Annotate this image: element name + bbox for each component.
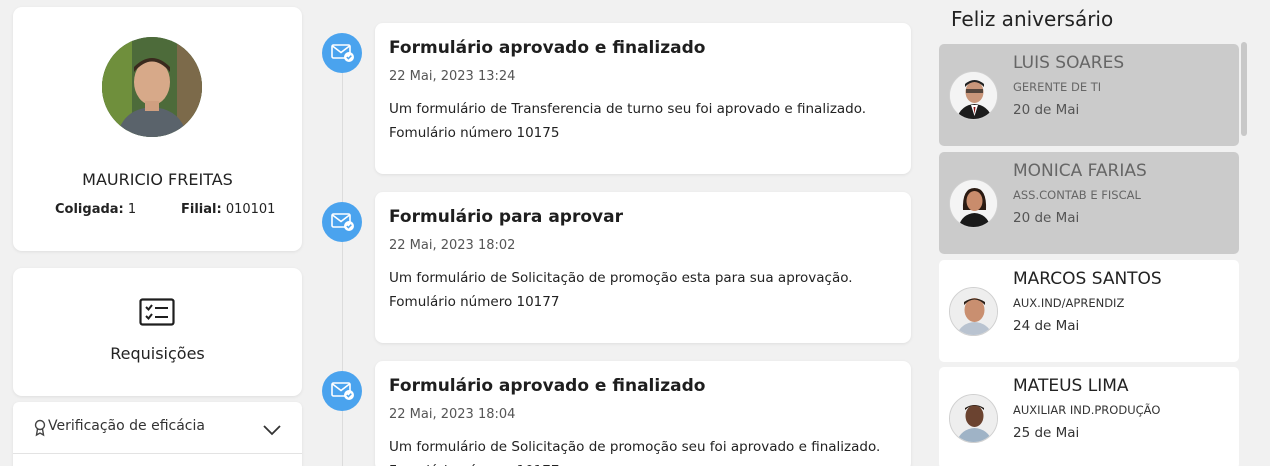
filial-info: Filial: 010101 (181, 202, 275, 217)
mail-check-icon (322, 33, 362, 73)
timeline-item-body: Um formulário de Transferencia de turno … (389, 101, 867, 141)
chevron-down-icon[interactable] (262, 421, 282, 440)
birthday-card[interactable]: MONICA FARIAS ASS.CONTAB E FISCAL 20 de … (939, 152, 1239, 254)
birthday-role: AUX.IND/APRENDIZ (1013, 296, 1125, 310)
birthday-card[interactable]: MATEUS LIMA AUXILIAR IND.PRODUÇÃO 25 de … (939, 367, 1239, 466)
timeline-item-title: Formulário para aprovar (389, 207, 623, 227)
checklist-icon (139, 298, 175, 330)
timeline-item-date: 22 Mai, 2023 18:02 (389, 238, 516, 253)
birthday-name: LUIS SOARES (1013, 53, 1125, 73)
timeline-item-date: 22 Mai, 2023 13:24 (389, 69, 516, 84)
timeline-item[interactable]: Formulário aprovado e finalizado 22 Mai,… (375, 23, 911, 174)
coligada-label: Coligada: (55, 202, 124, 217)
avatar (949, 394, 998, 443)
avatar (949, 287, 998, 336)
birthday-role: ASS.CONTAB E FISCAL (1013, 188, 1141, 202)
verificacao-accordion: Verificação de eficácia (13, 402, 302, 466)
birthday-date: 24 de Mai (1013, 318, 1080, 334)
avatar (949, 179, 998, 228)
birthday-name: MATEUS LIMA (1013, 376, 1129, 396)
mail-check-icon (322, 202, 362, 242)
birthday-role: GERENTE DE TI (1013, 80, 1102, 94)
timeline-item-body: Um formulário de Solicitação de promoção… (389, 270, 853, 310)
birthday-date: 20 de Mai (1013, 210, 1080, 226)
birthday-role: AUXILIAR IND.PRODUÇÃO (1013, 403, 1161, 417)
birthday-scrollbar[interactable] (1241, 42, 1247, 136)
coligada-info: Coligada: 1 (55, 202, 136, 217)
birthday-card[interactable]: LUIS SOARES GERENTE DE TI 20 de Mai (939, 44, 1239, 146)
birthday-name: MONICA FARIAS (1013, 161, 1147, 181)
birthday-name: MARCOS SANTOS (1013, 269, 1162, 289)
profile-name: MAURICIO FREITAS (82, 170, 233, 189)
timeline-item-body: Um formulário de Solicitação de promoção… (389, 439, 881, 466)
timeline-item[interactable]: Formulário aprovado e finalizado 22 Mai,… (375, 361, 911, 466)
timeline-item-date: 22 Mai, 2023 18:04 (389, 407, 516, 422)
birthday-card[interactable]: MARCOS SANTOS AUX.IND/APRENDIZ 24 de Mai (939, 260, 1239, 362)
filial-label: Filial: (181, 202, 222, 217)
timeline-item[interactable]: Formulário para aprovar 22 Mai, 2023 18:… (375, 192, 911, 343)
birthday-title: Feliz aniversário (951, 7, 1114, 31)
coligada-value: 1 (127, 202, 137, 217)
avatar[interactable] (102, 37, 202, 137)
birthday-date: 25 de Mai (1013, 425, 1080, 441)
timeline-item-title: Formulário aprovado e finalizado (389, 376, 706, 396)
timeline-item-title: Formulário aprovado e finalizado (389, 38, 706, 58)
profile-card: MAURICIO FREITAS Coligada: 1 Filial: 010… (13, 7, 302, 251)
award-icon (33, 419, 47, 441)
birthday-list[interactable]: LUIS SOARES GERENTE DE TI 20 de Mai MONI… (939, 44, 1239, 466)
verificacao-accordion-header[interactable]: Verificação de eficácia (13, 402, 302, 454)
avatar (949, 71, 998, 120)
verificacao-label: Verificação de eficácia (48, 418, 205, 434)
birthday-date: 20 de Mai (1013, 102, 1080, 118)
mail-check-icon (322, 371, 362, 411)
requisicoes-label: Requisições (110, 344, 205, 363)
requisicoes-card[interactable]: Requisições (13, 268, 302, 396)
filial-value: 010101 (225, 202, 276, 217)
